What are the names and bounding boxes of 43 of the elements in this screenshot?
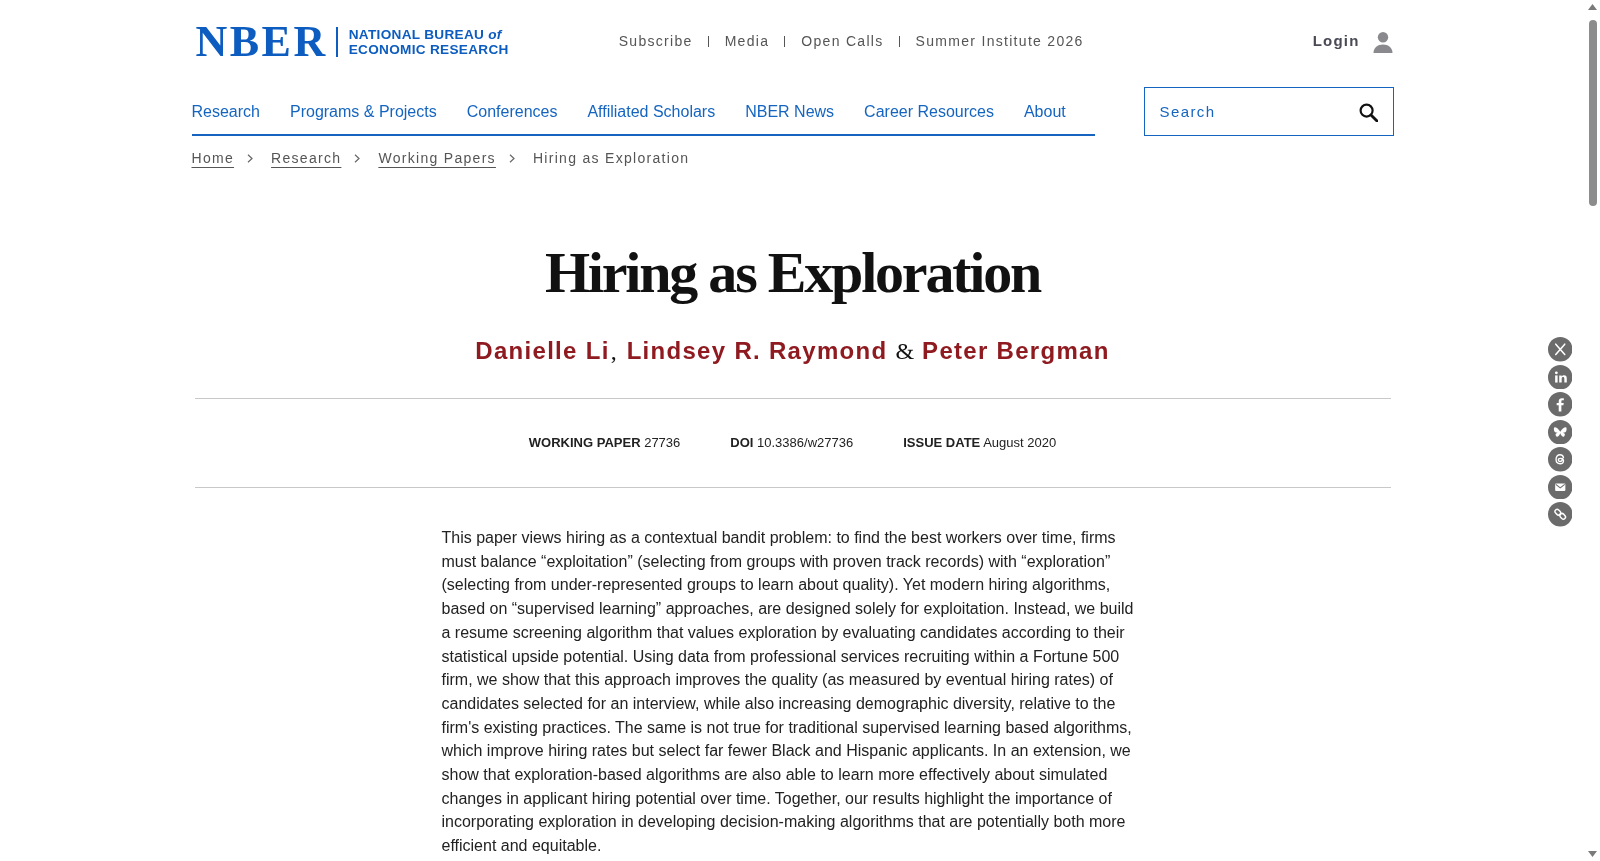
scroll-up-icon[interactable]	[1588, 4, 1597, 10]
nav-link[interactable]: Conferences	[466, 101, 558, 123]
utility-link[interactable]: Media	[724, 31, 770, 52]
link-icon[interactable]	[1547, 502, 1572, 527]
meta-item: WORKING PAPER 27736	[528, 434, 681, 453]
author-link[interactable]: Lindsey R. Raymond	[626, 336, 888, 366]
nav-link[interactable]: NBER News	[745, 101, 835, 123]
author-link[interactable]: Peter Bergman	[922, 336, 1110, 366]
login-link[interactable]: Login	[1312, 30, 1394, 53]
breadcrumb-link[interactable]: Working Papers	[378, 148, 496, 168]
site-logo[interactable]: NBER NATIONAL BUREAU of ECONOMIC RESEARCH	[191, 25, 509, 58]
abstract-text: This paper views hiring as a contextual bandit problem: to find the best workers over time, firms must balance “exploitation” (selecting from groups with proven track records) with “exploration” (selecting from under-represented groups to learn about quality). Yet modern hiring algorithms, based on “supervised learning” approaches, are designed solely for exploitation. Instead, we build a resume screening algorithm that values exploration by evaluating candidates according to their statistical upside potential. Using data from professional services recruiting within a Fortune 500 firm, we show that this approach improves the quality (as measured by eventual hiring rates) of candidates selected for an interview, while also increasing demographic diversity, relative to the firm's existing practices. The same is not true for traditional supervised learning based algorithms, which improve hiring rates but select far fewer Black and Hispanic applicants. In an extension, we show that exploration-based algorithms are also able to learn more effectively about simulated changes in applicant hiring potential over time. Together, our results highlight the importance of incorporating exploration in developing decision-making algorithms that are potentially both more efficient and equitable.	[441, 528, 1135, 857]
nav-link[interactable]: Affiliated Scholars	[587, 101, 716, 123]
scroll-thumb[interactable]	[1588, 20, 1597, 206]
nav-link[interactable]: Career Resources	[864, 101, 994, 123]
paper-title: Hiring as Exploration	[543, 240, 1042, 306]
utility-link[interactable]: Summer Institute 2026	[915, 31, 1084, 52]
search-icon[interactable]	[1358, 103, 1378, 122]
utility-link[interactable]: Open Calls	[801, 31, 884, 52]
email-icon[interactable]	[1547, 474, 1572, 499]
user-icon	[1371, 30, 1394, 53]
search-field[interactable]: Search	[1143, 87, 1394, 136]
meta-item: DOI 10.3386/w27736	[730, 434, 854, 453]
scroll-down-icon[interactable]	[1588, 851, 1597, 857]
nav-link[interactable]: Programs & Projects	[290, 101, 437, 123]
chevron-icon	[508, 153, 515, 163]
chevron-icon	[354, 153, 361, 163]
author-separator: &	[895, 337, 915, 366]
nav-link[interactable]: Research	[191, 101, 260, 123]
x-icon[interactable]	[1547, 337, 1572, 362]
author-separator: ,	[610, 337, 617, 366]
author-link[interactable]: Danielle Li	[475, 336, 610, 366]
facebook-icon[interactable]	[1547, 392, 1572, 417]
breadcrumb-link[interactable]: Research	[271, 148, 342, 168]
threads-icon[interactable]	[1547, 447, 1572, 472]
chevron-icon	[247, 153, 254, 163]
nav-link[interactable]: About	[1023, 101, 1066, 123]
breadcrumb-link[interactable]: Home	[191, 148, 235, 168]
meta-item: ISSUE DATE August 2020	[903, 434, 1057, 453]
linkedin-icon[interactable]	[1547, 364, 1572, 389]
breadcrumb-current: Hiring as Exploration	[532, 149, 690, 168]
utility-link[interactable]: Subscribe	[618, 31, 693, 52]
butterfly-icon[interactable]	[1547, 419, 1572, 444]
